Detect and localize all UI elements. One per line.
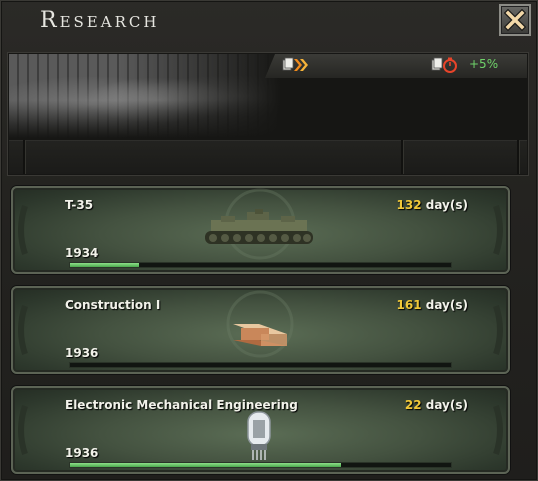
steel-beam-icon: [233, 324, 287, 346]
research-slot-2[interactable]: Construction I 161 day(s) 1936: [11, 286, 510, 374]
research-days: 132 day(s): [397, 198, 469, 212]
research-speed-arrows-icon[interactable]: [282, 57, 310, 73]
research-window: Research +5% T-35 132 day(s) 1934 Constr…: [0, 0, 538, 481]
research-days: 161 day(s): [397, 298, 469, 312]
tech-name: T-35: [65, 198, 94, 212]
research-progress-bar: [69, 462, 452, 468]
days-number: 22: [404, 398, 422, 412]
days-number: 132: [396, 198, 422, 212]
research-progress-fill: [70, 263, 139, 267]
research-timer-icon[interactable]: [431, 56, 459, 74]
tech-name: Construction I: [65, 298, 161, 312]
days-suffix: day(s): [421, 398, 468, 412]
research-progress-fill: [70, 463, 341, 467]
days-number: 161: [396, 298, 422, 312]
research-days: 22 day(s): [405, 398, 468, 412]
vacuum-tube-icon: [247, 411, 271, 460]
research-progress-bar: [69, 262, 452, 268]
days-suffix: day(s): [421, 198, 468, 212]
research-bonus-value: +5%: [469, 57, 499, 71]
tank-icon: [205, 209, 313, 244]
title-bar: Research: [0, 0, 538, 44]
research-slot-1[interactable]: T-35 132 day(s) 1934: [11, 186, 510, 274]
tech-year: 1936: [65, 446, 99, 460]
tech-year: 1934: [65, 246, 99, 260]
window-title: Research: [40, 8, 160, 33]
close-x-icon: [504, 9, 526, 31]
header-groove-strip: [9, 140, 527, 174]
research-slot-3[interactable]: Electronic Mechanical Engineering 22 day…: [11, 386, 510, 474]
research-progress-bar: [69, 362, 452, 368]
tech-year: 1936: [65, 346, 99, 360]
days-suffix: day(s): [421, 298, 468, 312]
close-button[interactable]: [499, 4, 531, 36]
